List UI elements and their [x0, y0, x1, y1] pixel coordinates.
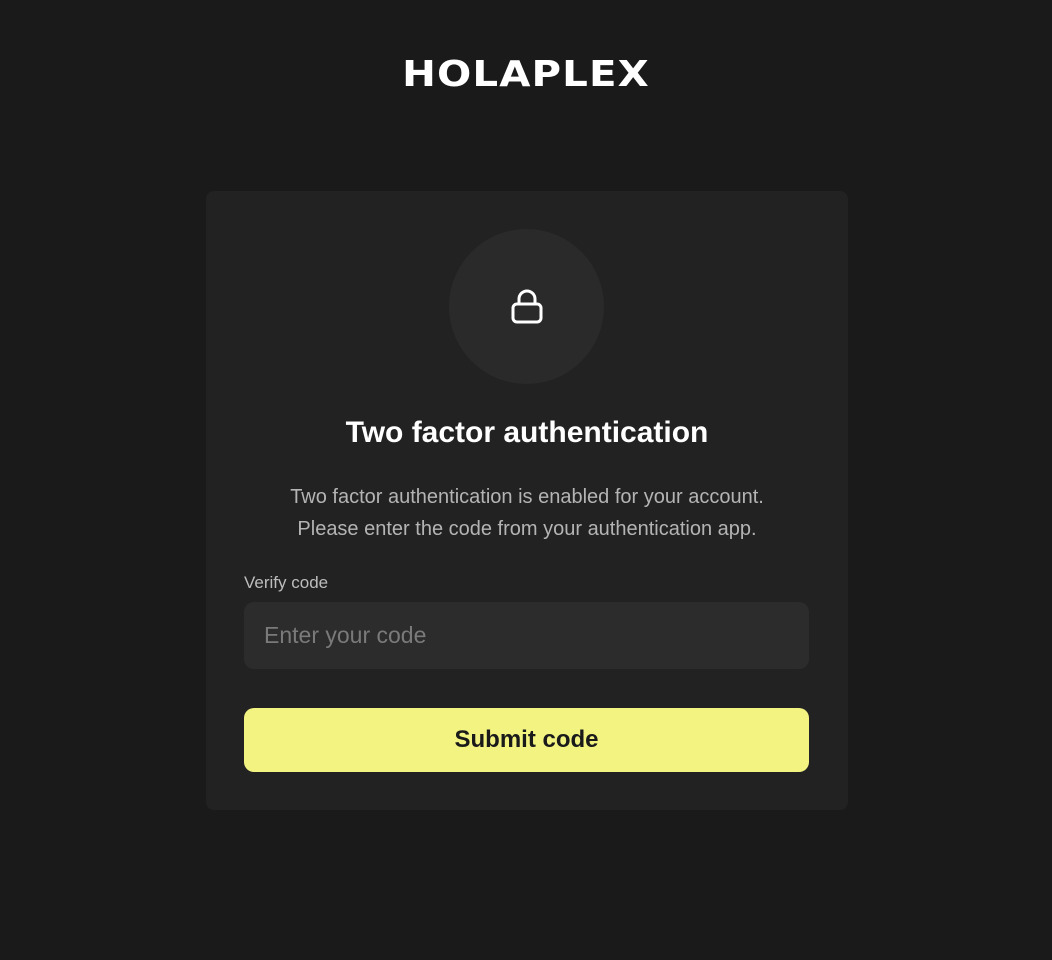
two-factor-card: Two factor authentication Two factor aut…	[206, 191, 848, 810]
lock-icon	[511, 289, 542, 323]
submit-code-button[interactable]: Submit code	[244, 708, 809, 772]
instructions-line-1: Two factor authentication is enabled for…	[290, 486, 764, 508]
lock-icon-container	[449, 229, 604, 384]
instructions-text: Two factor authentication is enabled for…	[206, 481, 848, 545]
page-title: Two factor authentication	[345, 416, 709, 449]
instructions-line-2: Please enter the code from your authenti…	[297, 518, 757, 540]
verify-code-input[interactable]	[244, 602, 809, 669]
login-page: HOLAPLEX Two factor authentication Two f…	[0, 0, 1052, 960]
holaplex-logo: HOLAPLEX	[402, 54, 650, 95]
verify-code-label: Verify code	[244, 573, 329, 592]
